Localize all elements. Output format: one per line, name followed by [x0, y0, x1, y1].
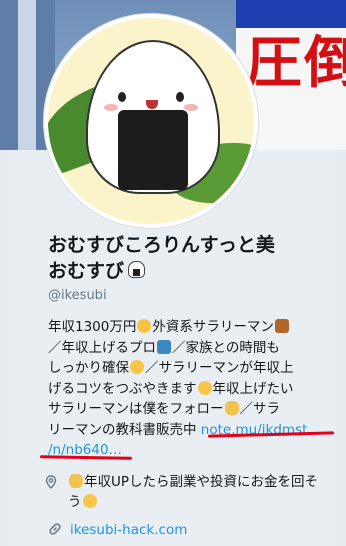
profile-name-line2: おむすび [48, 260, 125, 282]
bio-text: しっかり確保 [48, 360, 129, 376]
profile-location: 年収UPしたら副業や投資にお金を回そう [45, 472, 330, 512]
bio-text: 外資系サラリーマン [152, 319, 274, 335]
avatar[interactable] [44, 14, 258, 228]
grinning-face-icon [197, 380, 212, 395]
rice-ball-icon [128, 261, 146, 278]
bio-text: ／サラリーマンが年収上 [145, 360, 294, 376]
bio-text: ／年収上げるプロ [48, 339, 156, 356]
profile-name-line1: おむすびころりんすっと美 [48, 234, 275, 256]
onigiri-cheek [184, 104, 198, 111]
profile-name[interactable]: おむすびころりんすっと美 おむすび [48, 232, 338, 284]
map-pin-icon [45, 475, 57, 489]
thumbs-up-icon [224, 401, 239, 415]
onigiri-eye [118, 92, 126, 102]
bio-text: げるコツをつぶやきます [48, 380, 197, 397]
banner-text: 圧倒 [246, 30, 346, 96]
bio-text: ／サラ [239, 401, 281, 417]
bio-text: リーマンの教科書販売中 [48, 421, 197, 438]
briefcase-icon [274, 319, 289, 333]
profile-bio: 年収1300万円 外資系サラリーマン ／年収上げるプロ ／家族との時間も しっかり確… [48, 317, 330, 461]
person-emoji-icon [130, 360, 144, 374]
nori-illustration [118, 110, 188, 190]
bio-text: 年収上げたい [212, 380, 294, 397]
onigiri-eye [176, 92, 184, 102]
profile-website: ikesubi-hack.com [48, 522, 187, 538]
pointing-hand-icon [69, 474, 83, 488]
website-link[interactable]: ikesubi-hack.com [70, 522, 187, 538]
arrow-up-icon [157, 339, 171, 354]
bio-text: ／家族との時間も [172, 339, 280, 356]
profile-handle[interactable]: @ikesubi [48, 288, 107, 303]
money-bag-icon [137, 319, 152, 333]
location-text: 年収UPしたら副業や投資にお金を回そう [68, 474, 319, 510]
bio-text: 年収1300万円 [48, 319, 137, 335]
link-icon [49, 523, 61, 535]
bio-text: サラリーマンは僕をフォロー [48, 401, 224, 417]
onigiri-cheek [104, 104, 118, 111]
grinning-face-icon [82, 494, 97, 508]
banner-building [18, 0, 36, 170]
